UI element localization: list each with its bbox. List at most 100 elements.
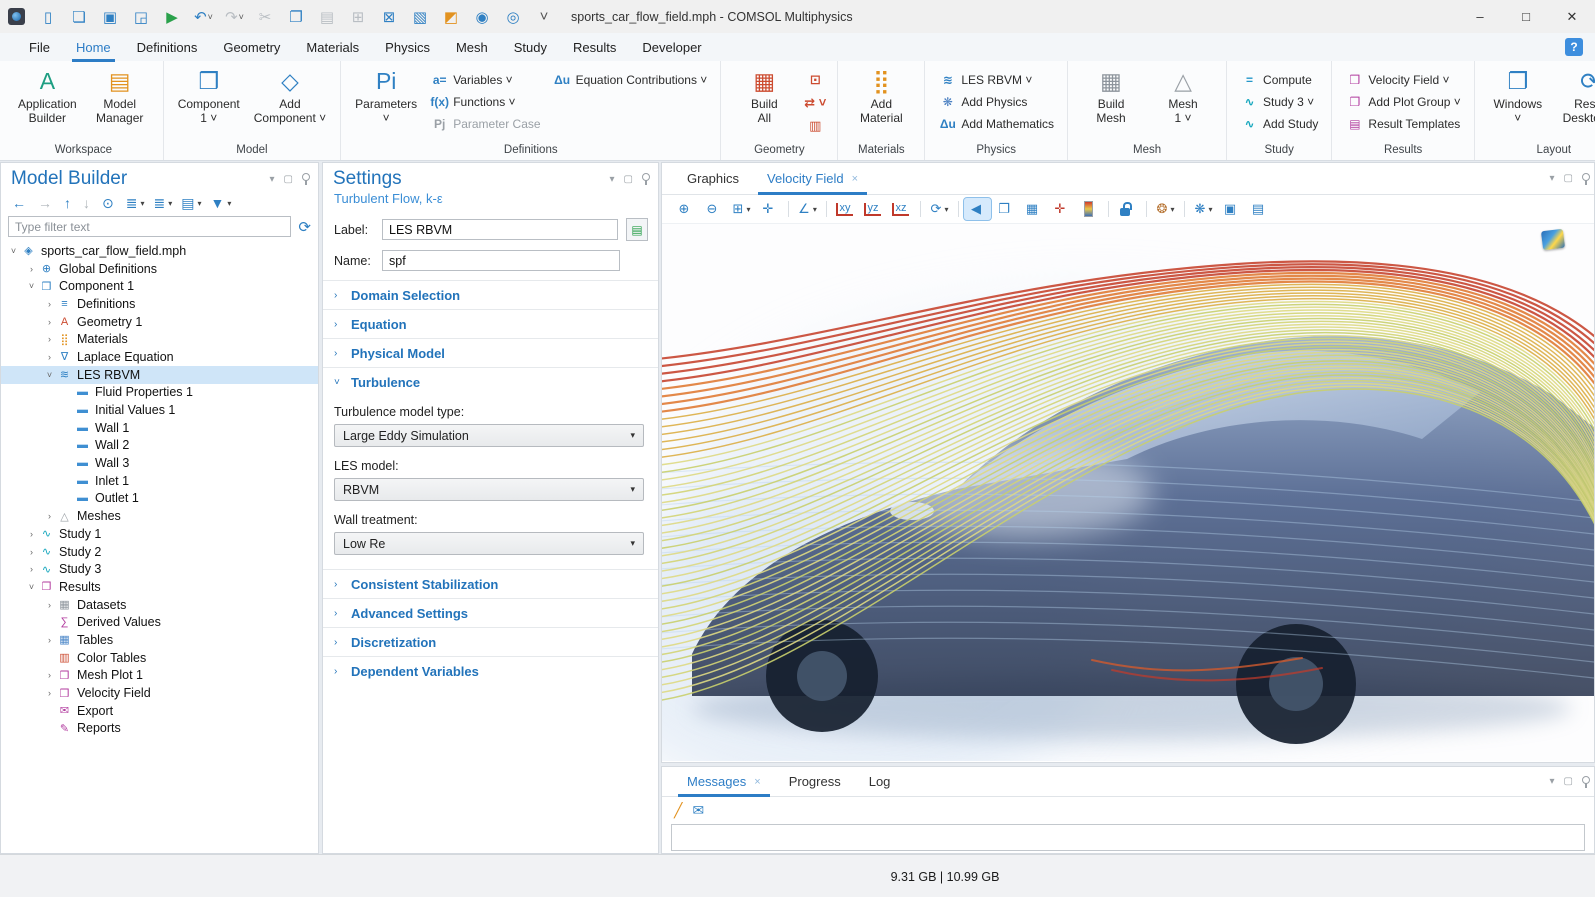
tree-item[interactable]: ✉ Export bbox=[1, 702, 318, 720]
show-axes-button[interactable]: ✛ bbox=[1048, 198, 1075, 220]
copy-button[interactable]: ❐ bbox=[281, 4, 312, 30]
rotate-view-button[interactable]: ⟳ ▾ bbox=[926, 198, 953, 220]
tree-expander[interactable]: › bbox=[43, 635, 56, 645]
parameters-button[interactable]: Pi Parameters˅ bbox=[350, 66, 422, 140]
tree-expander[interactable]: › bbox=[43, 334, 56, 344]
tree-expander[interactable]: › bbox=[25, 547, 38, 557]
go-to-yz-view-button[interactable]: yz bbox=[860, 198, 887, 220]
delete-button[interactable]: ⊠ bbox=[374, 4, 405, 30]
add-mathematics-button[interactable]: Δu Add Mathematics bbox=[934, 115, 1058, 133]
show-color-legend-button[interactable] bbox=[1076, 198, 1103, 220]
go-back-button[interactable]: ← bbox=[8, 193, 33, 213]
menu-physics[interactable]: Physics bbox=[372, 33, 443, 61]
menu-results[interactable]: Results bbox=[560, 33, 629, 61]
tree-item[interactable]: › ⊕ Global Definitions bbox=[1, 260, 318, 278]
add-study-button[interactable]: ∿ Add Study bbox=[1236, 115, 1322, 133]
panel-menu-icon[interactable]: ▾ bbox=[610, 174, 615, 185]
tab-log[interactable]: Log bbox=[860, 767, 900, 796]
tree-item[interactable]: › ∇ Laplace Equation bbox=[1, 348, 318, 366]
image-export-button[interactable]: ▣ bbox=[1218, 198, 1245, 220]
tree-item[interactable]: ▬ Wall 2 bbox=[1, 437, 318, 455]
move-up-button[interactable]: ↑ bbox=[60, 193, 78, 213]
tree-item[interactable]: ▬ Fluid Properties 1 bbox=[1, 384, 318, 402]
tree-item[interactable]: ▬ Inlet 1 bbox=[1, 472, 318, 490]
clear-messages-button[interactable]: ╱ bbox=[674, 802, 682, 819]
tree-item[interactable]: › ▦ Datasets bbox=[1, 596, 318, 614]
tree-expander[interactable]: ˅ bbox=[25, 582, 38, 592]
tree-item[interactable]: ▬ Outlet 1 bbox=[1, 490, 318, 508]
close-tab-icon[interactable]: × bbox=[754, 776, 760, 788]
collapse-all-button[interactable]: ≣ ▾ bbox=[122, 193, 149, 213]
section-discretization[interactable]: › Discretization bbox=[323, 627, 658, 656]
zoom-in-button[interactable]: ⊕ bbox=[672, 198, 699, 220]
tree-item[interactable]: ˅ ◈ sports_car_flow_field.mph bbox=[1, 242, 318, 260]
plot-thumbnail-button[interactable] bbox=[1541, 229, 1565, 251]
paste-button[interactable]: ▤ bbox=[312, 4, 343, 30]
velocity-field-button[interactable]: ❒ Velocity Field ˅ bbox=[1341, 71, 1464, 89]
tree-item[interactable]: ✎ Reports bbox=[1, 720, 318, 738]
clear-selection-button[interactable]: ◩ bbox=[436, 4, 467, 30]
float-panel-icon[interactable]: ▢ bbox=[1564, 776, 1573, 787]
result-templates-button[interactable]: ▤ Result Templates bbox=[1341, 115, 1464, 133]
run-button[interactable]: ▶ bbox=[157, 4, 188, 30]
menu-definitions[interactable]: Definitions bbox=[124, 33, 211, 61]
menu-mesh[interactable]: Mesh bbox=[443, 33, 501, 61]
lock-view-button[interactable] bbox=[1114, 198, 1141, 220]
tree-item[interactable]: › ❒ Mesh Plot 1 bbox=[1, 667, 318, 685]
float-panel-icon[interactable]: ▢ bbox=[624, 174, 633, 185]
tree-item[interactable]: ∑ Derived Values bbox=[1, 613, 318, 631]
reset-desktop-button[interactable]: ⟳ ResetDesktop ˅ bbox=[1556, 66, 1595, 140]
section-domain-selection[interactable]: › Domain Selection bbox=[323, 280, 658, 309]
add-component-button[interactable]: ◇ AddComponent ˅ bbox=[249, 66, 331, 140]
find-button[interactable]: ◉ bbox=[467, 4, 498, 30]
tab-messages[interactable]: Messages × bbox=[678, 767, 770, 796]
variables-button[interactable]: a= Variables ˅ bbox=[426, 71, 544, 89]
show-button[interactable]: ⊙ bbox=[98, 193, 121, 213]
messages-output[interactable] bbox=[671, 824, 1585, 851]
panel-menu-icon[interactable]: ▾ bbox=[270, 174, 275, 185]
insert-sequence-button[interactable]: ⊡ bbox=[802, 71, 828, 89]
build-mesh-button[interactable]: ▦ BuildMesh bbox=[1077, 66, 1145, 140]
add-plot-group-button[interactable]: ❐ Add Plot Group ˅ bbox=[1341, 93, 1464, 111]
tree-expander[interactable]: › bbox=[25, 264, 38, 274]
tree-expander[interactable]: › bbox=[43, 299, 56, 309]
tree-expander[interactable]: › bbox=[43, 511, 56, 521]
go-forward-button[interactable]: → bbox=[34, 193, 59, 213]
pin-icon[interactable] bbox=[1582, 173, 1590, 181]
menu-developer[interactable]: Developer bbox=[629, 33, 714, 61]
expand-all-button[interactable]: ≣ ▾ bbox=[149, 193, 176, 213]
tree-expander[interactable]: › bbox=[43, 688, 56, 698]
tree-item[interactable]: › ≡ Definitions bbox=[1, 295, 318, 313]
zoom-out-button[interactable]: ⊖ bbox=[700, 198, 727, 220]
environment-button[interactable]: ❐ bbox=[992, 198, 1019, 220]
menu-study[interactable]: Study bbox=[501, 33, 560, 61]
pin-icon[interactable] bbox=[642, 173, 650, 181]
float-panel-icon[interactable]: ▢ bbox=[1564, 173, 1573, 184]
parameter-case-button[interactable]: Pj Parameter Case bbox=[426, 115, 544, 133]
pin-icon[interactable] bbox=[302, 173, 310, 181]
redo-button[interactable]: ↷ ˅ bbox=[219, 4, 250, 30]
float-panel-icon[interactable]: ▢ bbox=[284, 174, 293, 185]
add-physics-button[interactable]: ❋ Add Physics bbox=[934, 93, 1058, 111]
panel-menu-icon[interactable]: ▾ bbox=[1550, 173, 1555, 184]
tree-item[interactable]: › ▦ Tables bbox=[1, 631, 318, 649]
menu-home[interactable]: Home bbox=[63, 33, 124, 61]
tree-item[interactable]: ▬ Wall 1 bbox=[1, 419, 318, 437]
panel-menu-icon[interactable]: ▾ bbox=[1550, 776, 1555, 787]
menu-file[interactable]: File bbox=[16, 33, 63, 61]
tree-expander[interactable]: ˅ bbox=[25, 281, 38, 291]
print-button[interactable]: ▤ bbox=[1246, 198, 1273, 220]
search-button[interactable]: ◎ bbox=[498, 4, 529, 30]
tab-graphics[interactable]: Graphics bbox=[678, 163, 748, 194]
tree-item[interactable]: ˅ ❒ Component 1 bbox=[1, 277, 318, 295]
cut-button[interactable]: ✂ bbox=[250, 4, 281, 30]
rebuild-button[interactable]: ⇄ ˅ bbox=[802, 94, 828, 112]
application-builder-button[interactable]: A ApplicationBuilder bbox=[13, 66, 82, 140]
tree-expander[interactable]: › bbox=[43, 317, 56, 327]
study-3-button[interactable]: ∿ Study 3 ˅ bbox=[1236, 93, 1322, 111]
tree-item[interactable]: › ∿ Study 1 bbox=[1, 525, 318, 543]
close-button[interactable]: ✕ bbox=[1549, 0, 1595, 33]
tree-item[interactable]: › A Geometry 1 bbox=[1, 313, 318, 331]
tree-expander[interactable]: ˅ bbox=[43, 370, 56, 380]
tree-item[interactable]: › △ Meshes bbox=[1, 507, 318, 525]
